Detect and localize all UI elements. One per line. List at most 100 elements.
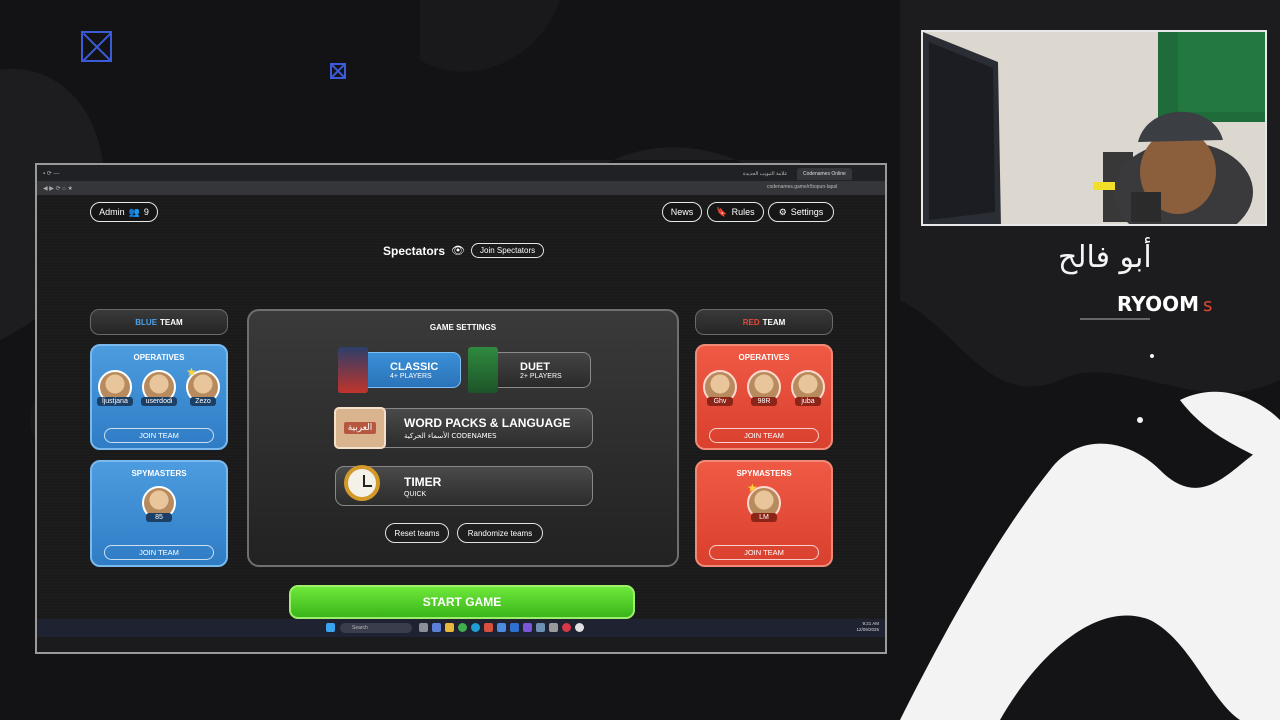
rules-button[interactable]: 🔖 Rules <box>707 202 764 222</box>
randomize-teams-button[interactable]: Randomize teams <box>457 523 543 543</box>
browser-window: ▪ ⟳ — علامة التبويب الجديدة Codenames On… <box>35 163 887 654</box>
player-name: LM <box>751 513 777 522</box>
clock-date: 12/09/2025 <box>856 627 879 632</box>
mode-players: 2+ PLAYERS <box>520 372 562 380</box>
tab-label: Codenames Online <box>803 171 846 177</box>
taskbar-clock[interactable]: 9:21 AM 12/09/2025 <box>856 621 879 633</box>
channel-tag: RYOOM s <box>1117 292 1212 316</box>
player-name: ljustjana <box>97 397 133 406</box>
player-name: 85 <box>146 513 172 522</box>
join-team-button[interactable]: JOIN TEAM <box>709 428 819 443</box>
word-packs-subtitle: الأسماء الحركية CODENAMES <box>404 432 497 440</box>
player-card[interactable]: Ghv <box>700 370 740 406</box>
timer-title: TIMER <box>404 474 442 489</box>
red-team-color-word: RED <box>742 317 760 327</box>
panel-title: OPERATIVES <box>738 353 790 362</box>
edge-icon[interactable] <box>471 623 480 632</box>
app-icon[interactable] <box>432 623 441 632</box>
start-game-button[interactable]: START GAME <box>289 585 635 619</box>
player-card[interactable]: juba <box>788 370 828 406</box>
blue-team-header: BLUE TEAM <box>90 309 228 335</box>
player-card[interactable]: userdodi <box>139 370 179 406</box>
player-card[interactable]: 85 <box>139 486 179 522</box>
app-icon[interactable] <box>484 623 493 632</box>
app-icon[interactable] <box>497 623 506 632</box>
player-count: 9 <box>143 207 149 217</box>
join-team-button[interactable]: JOIN TEAM <box>104 545 214 560</box>
browser-tab[interactable]: علامة التبويب الجديدة <box>737 168 793 180</box>
gear-icon: ⚙ <box>778 206 787 217</box>
blue-spymasters-panel: SPYMASTERS 85 JOIN TEAM <box>90 460 228 567</box>
spectators-section: Spectators 👁 Join Spectators <box>383 243 545 258</box>
tab-label: علامة التبويب الجديدة <box>743 171 788 177</box>
blue-operatives-panel: OPERATIVES ljustjana userdodi ★ Zezo JOIN… <box>90 344 228 450</box>
team-word: TEAM <box>160 317 183 327</box>
windows-taskbar: Search 9:21 AM 12/09/2025 <box>37 619 885 637</box>
classic-box-art-icon <box>338 347 368 393</box>
player-name: juba <box>795 397 821 406</box>
host-star-icon: ★ <box>747 481 758 495</box>
panel-title: SPYMASTERS <box>736 469 792 478</box>
player-card[interactable]: ★ Zezo <box>183 365 223 406</box>
player-card[interactable]: 98R <box>744 370 784 406</box>
chrome-icon[interactable] <box>458 623 467 632</box>
settings-label: Settings <box>790 207 824 217</box>
window-controls-icon[interactable]: ▪ ⟳ — <box>43 170 60 177</box>
app-icon[interactable] <box>575 623 584 632</box>
news-label: News <box>670 207 694 217</box>
app-icon[interactable] <box>549 623 558 632</box>
mode-duet-button[interactable]: DUET 2+ PLAYERS <box>468 347 591 393</box>
mode-players: 4+ PLAYERS <box>390 372 432 380</box>
windows-start-icon[interactable] <box>326 623 335 632</box>
settings-button[interactable]: ⚙ Settings <box>768 202 834 222</box>
mode-classic-button[interactable]: CLASSIC 4+ PLAYERS <box>338 347 461 393</box>
panel-title: SPYMASTERS <box>131 469 187 478</box>
app-icon[interactable] <box>562 623 571 632</box>
stopwatch-icon <box>344 465 380 501</box>
admin-button[interactable]: Admin 👥 9 <box>90 202 158 222</box>
player-card[interactable]: ★ LM <box>744 481 784 522</box>
app-icon[interactable] <box>510 623 519 632</box>
word-packs-button[interactable]: العربية WORD PACKS & LANGUAGE الأسماء ال… <box>334 407 593 449</box>
mode-name: CLASSIC <box>390 360 439 373</box>
spectators-title: Spectators <box>383 243 446 258</box>
taskbar-search-input[interactable]: Search <box>340 623 412 633</box>
app-icon[interactable] <box>419 623 428 632</box>
eye-icon: 👁 <box>451 245 465 257</box>
player-card[interactable]: ljustjana <box>95 370 135 406</box>
news-button[interactable]: News <box>662 202 702 222</box>
url-text[interactable]: codenames.game/r/bopun-lapal <box>767 184 837 190</box>
admin-label: Admin <box>99 207 125 217</box>
join-spectators-button[interactable]: Join Spectators <box>471 243 545 258</box>
address-bar[interactable]: ◀ ▶ ⟳ ⌂ ★ codenames.game/r/bopun-lapal <box>37 181 885 195</box>
webcam-feed <box>921 30 1267 226</box>
rules-label: Rules <box>731 207 755 217</box>
player-name: 98R <box>751 397 777 406</box>
nav-icons[interactable]: ◀ ▶ ⟳ ⌂ ★ <box>43 185 73 192</box>
player-name: userdodi <box>140 397 178 406</box>
language-badge: العربية <box>343 422 377 434</box>
search-placeholder: Search <box>352 625 368 631</box>
browser-tab-active[interactable]: Codenames Online <box>797 168 852 180</box>
name-underline <box>1080 318 1150 320</box>
join-team-button[interactable]: JOIN TEAM <box>104 428 214 443</box>
app-icon[interactable] <box>523 623 532 632</box>
red-team-header: RED TEAM <box>695 309 833 335</box>
bookmark-icon: 🔖 <box>716 206 728 217</box>
word-packs-title: WORD PACKS & LANGUAGE <box>404 416 571 430</box>
decorative-x-box <box>81 31 112 62</box>
red-operatives-panel: OPERATIVES Ghv 98R juba JOIN TEAM <box>695 344 833 450</box>
players-icon: 👥 <box>128 206 140 217</box>
folder-icon[interactable] <box>445 623 454 632</box>
join-team-button[interactable]: JOIN TEAM <box>709 545 819 560</box>
timer-button[interactable]: TIMER QUICK <box>335 465 593 506</box>
mode-name: DUET <box>520 360 550 373</box>
codenames-page: Admin 👥 9 News 🔖 Rules ⚙ Settings Specta… <box>37 195 885 637</box>
reset-teams-button[interactable]: Reset teams <box>385 523 449 543</box>
language-card-icon: العربية <box>334 407 386 449</box>
channel-tag-text: RYOOM <box>1117 292 1199 316</box>
game-settings-title: GAME SETTINGS <box>429 323 497 332</box>
app-icon[interactable] <box>536 623 545 632</box>
player-name: Zezo <box>190 397 216 406</box>
game-settings-panel: GAME SETTINGS CLASSIC 4+ PLAYERS DUET 2+… <box>247 309 679 567</box>
